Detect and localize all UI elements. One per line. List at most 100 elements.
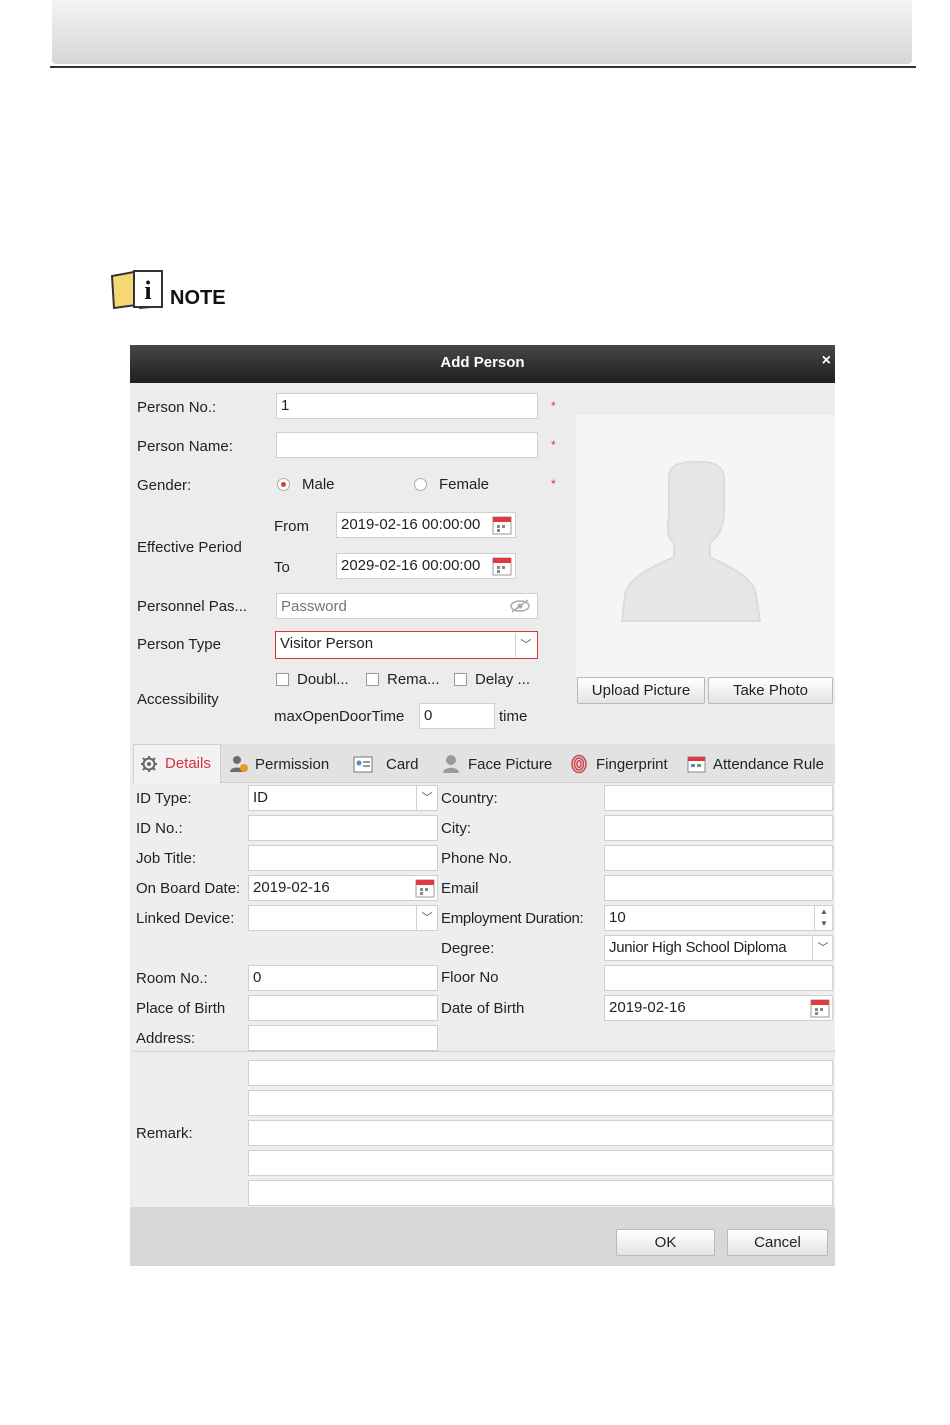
- remain-open-label: Rema...: [387, 671, 440, 688]
- floor-no-input[interactable]: [604, 965, 833, 991]
- person-name-label: Person Name:: [137, 438, 233, 455]
- max-open-door-time-label: maxOpenDoorTime: [274, 708, 405, 725]
- address-input[interactable]: [248, 1025, 438, 1051]
- accessibility-label: Accessibility: [137, 691, 219, 708]
- employment-duration-label: Employment Duration:: [441, 910, 584, 927]
- remark-line: [248, 1090, 833, 1116]
- to-label: To: [274, 559, 290, 576]
- note-label: NOTE: [170, 287, 226, 309]
- double-auth-checkbox[interactable]: [276, 673, 289, 686]
- phone-no-input[interactable]: [604, 845, 833, 871]
- required-mark: *: [551, 438, 556, 452]
- double-auth-label: Doubl...: [297, 671, 349, 688]
- ok-button[interactable]: OK: [616, 1229, 715, 1256]
- degree-select[interactable]: Junior High School Diploma: [604, 935, 833, 961]
- dialog-titlebar: Add Person ×: [130, 345, 835, 383]
- fingerprint-icon: [571, 754, 587, 774]
- chevron-down-icon[interactable]: ﹀: [812, 936, 833, 960]
- remark-line: [248, 1180, 833, 1206]
- email-input[interactable]: [604, 875, 833, 901]
- city-input[interactable]: [604, 815, 833, 841]
- eye-hidden-icon[interactable]: [509, 599, 531, 613]
- chevron-down-icon[interactable]: ﹀: [416, 906, 437, 930]
- from-label: From: [274, 518, 309, 535]
- attendance-rule-icon: [687, 756, 706, 773]
- floor-no-label: Floor No: [441, 969, 499, 986]
- male-radio[interactable]: [277, 478, 290, 491]
- employment-duration-input[interactable]: 10: [604, 905, 833, 931]
- remark-line: [248, 1150, 833, 1176]
- calendar-icon[interactable]: [415, 877, 435, 898]
- cancel-button[interactable]: Cancel: [727, 1229, 828, 1256]
- country-input[interactable]: [604, 785, 833, 811]
- to-date-input[interactable]: 2029-02-16 00:00:00: [336, 553, 516, 579]
- female-label: Female: [439, 476, 490, 493]
- phone-no-label: Phone No.: [441, 850, 512, 867]
- page-header-bar: [52, 0, 912, 64]
- tab-card[interactable]: Card: [386, 756, 419, 773]
- tab-details[interactable]: Details: [165, 755, 211, 772]
- id-no-input[interactable]: [248, 815, 438, 841]
- person-no-input[interactable]: 1: [276, 393, 538, 419]
- address-label: Address:: [136, 1030, 196, 1047]
- gear-icon: [141, 756, 157, 772]
- country-label: Country:: [441, 790, 498, 807]
- tab-fingerprint[interactable]: Fingerprint: [596, 756, 668, 773]
- chevron-down-icon[interactable]: ﹀: [515, 633, 536, 657]
- calendar-icon[interactable]: [492, 555, 512, 576]
- date-of-birth-input[interactable]: 2019-02-16: [604, 995, 833, 1021]
- female-radio[interactable]: [414, 478, 427, 491]
- room-no-input[interactable]: 0: [248, 965, 438, 991]
- id-type-select[interactable]: ID: [248, 785, 438, 811]
- delay-checkbox[interactable]: [454, 673, 467, 686]
- linked-device-label: Linked Device:: [136, 910, 235, 927]
- male-label: Male: [302, 476, 335, 493]
- face-picture-icon: [443, 755, 459, 773]
- job-title-label: Job Title:: [136, 850, 197, 867]
- tab-attendance-rule[interactable]: Attendance Rule: [713, 756, 824, 773]
- svg-text:i: i: [144, 276, 151, 305]
- card-icon: [353, 756, 373, 773]
- date-of-birth-label: Date of Birth: [441, 1000, 525, 1017]
- on-board-date-label: On Board Date:: [136, 880, 241, 897]
- note-icon: i: [110, 270, 164, 310]
- password-input[interactable]: [276, 593, 538, 619]
- remain-open-checkbox[interactable]: [366, 673, 379, 686]
- person-type-label: Person Type: [137, 636, 221, 653]
- room-no-label: Room No.:: [136, 970, 208, 987]
- password-label: Personnel Pas...: [137, 598, 248, 615]
- id-no-label: ID No.:: [136, 820, 183, 837]
- calendar-icon[interactable]: [492, 514, 512, 535]
- avatar-placeholder-icon: [620, 460, 762, 622]
- person-type-value: Visitor Person: [280, 635, 374, 652]
- remark-line: [248, 1120, 833, 1146]
- gender-label: Gender:: [137, 477, 192, 494]
- add-person-dialog: Add Person × Person No.: 1 * Person Name…: [130, 345, 835, 1266]
- calendar-icon[interactable]: [810, 997, 830, 1018]
- on-board-date-input[interactable]: 2019-02-16: [248, 875, 438, 901]
- job-title-input[interactable]: [248, 845, 438, 871]
- page-header-rule: [50, 66, 916, 68]
- place-of-birth-label: Place of Birth: [136, 1000, 226, 1017]
- person-no-label: Person No.:: [137, 399, 217, 416]
- person-photo: [576, 415, 835, 677]
- tab-face-picture[interactable]: Face Picture: [468, 756, 552, 773]
- take-photo-button[interactable]: Take Photo: [708, 677, 833, 704]
- id-type-label: ID Type:: [136, 790, 192, 807]
- permission-icon: [230, 756, 248, 772]
- person-type-select[interactable]: Visitor Person: [275, 631, 538, 659]
- chevron-down-icon[interactable]: ﹀: [416, 786, 437, 810]
- tab-permission[interactable]: Permission: [255, 756, 329, 773]
- spinner-arrows-icon[interactable]: ▲ ▼: [814, 906, 833, 930]
- remark-line: [248, 1060, 833, 1086]
- upload-picture-button[interactable]: Upload Picture: [577, 677, 705, 704]
- max-open-door-time-input[interactable]: 0: [419, 703, 495, 729]
- person-name-input[interactable]: [276, 432, 538, 458]
- degree-label: Degree:: [441, 940, 495, 957]
- remark-textarea[interactable]: [248, 1060, 833, 1206]
- email-label: Email: [441, 880, 479, 897]
- close-icon[interactable]: ×: [822, 352, 831, 370]
- place-of-birth-input[interactable]: [248, 995, 438, 1021]
- from-date-input[interactable]: 2019-02-16 00:00:00: [336, 512, 516, 538]
- linked-device-select[interactable]: [248, 905, 438, 931]
